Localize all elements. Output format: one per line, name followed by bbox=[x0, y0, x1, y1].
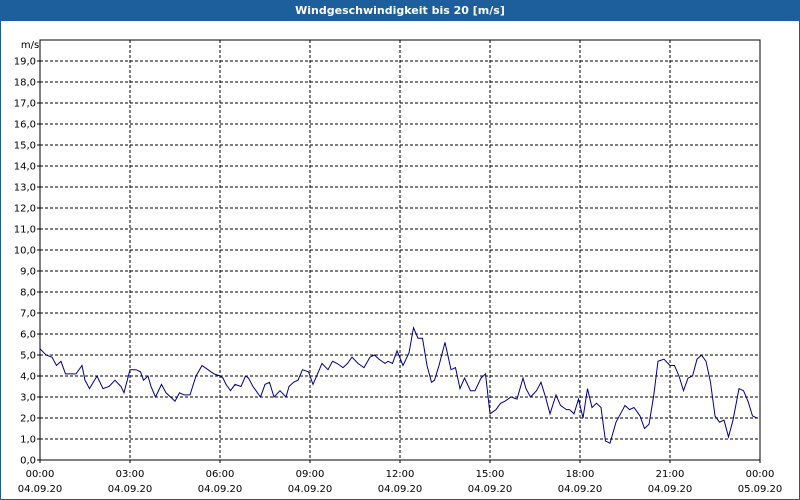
x-tick-time-label: 00:00 bbox=[26, 469, 55, 480]
wind-speed-line bbox=[39, 325, 758, 444]
y-tick-label: 2,0 bbox=[20, 414, 36, 425]
x-tick-date-label: 04.09.20 bbox=[378, 484, 423, 495]
y-tick-label: 9,0 bbox=[20, 267, 36, 278]
y-axis-label: m/s bbox=[21, 40, 39, 51]
x-tick-date-label: 04.09.20 bbox=[648, 484, 693, 495]
y-tick-label: 3,0 bbox=[20, 393, 36, 404]
x-tick-date-label: 04.09.20 bbox=[468, 484, 513, 495]
x-tick-date-label: 04.09.20 bbox=[288, 484, 333, 495]
y-axis-ticks: 0,0 1,0 2,0 3,0 4,0 5,0 6,0 7,0 8,0 9,0 10,0 11,0 12… bbox=[14, 57, 40, 467]
y-tick-label: 8,0 bbox=[20, 288, 36, 299]
x-tick-date-label: 04.09.20 bbox=[198, 484, 243, 495]
x-tick-time-label: 03:00 bbox=[116, 469, 145, 480]
y-tick-label: 1,0 bbox=[20, 435, 36, 446]
y-tick-label: 16,0 bbox=[14, 120, 36, 131]
x-tick-time-label: 18:00 bbox=[566, 469, 595, 480]
y-tick-label: 10,0 bbox=[14, 246, 36, 257]
y-tick-label: 7,0 bbox=[20, 309, 36, 320]
x-axis-ticks: 00:00 04.09.20 03:00 04.09.20 06:00 04.09.20 0… bbox=[18, 460, 783, 495]
y-tick-label: 17,0 bbox=[14, 99, 36, 110]
y-tick-label: 6,0 bbox=[20, 330, 36, 341]
y-tick-label: 15,0 bbox=[14, 141, 36, 152]
y-tick-label: 14,0 bbox=[14, 162, 36, 173]
y-tick-label: 12,0 bbox=[14, 204, 36, 215]
y-tick-label: 4,0 bbox=[20, 372, 36, 383]
x-tick-time-label: 06:00 bbox=[206, 469, 235, 480]
x-tick-time-label: 00:00 bbox=[746, 469, 775, 480]
x-tick-date-label: 04.09.20 bbox=[558, 484, 603, 495]
y-tick-label: 5,0 bbox=[20, 351, 36, 362]
wind-speed-chart: m/s 0,0 1,0 2,0 3,0 4,0 5,0 6,0 7,0 8,0 9,0 10,0 11… bbox=[14, 39, 783, 495]
y-tick-label: 0,0 bbox=[20, 456, 36, 467]
x-tick-date-label: 05.09.20 bbox=[738, 484, 783, 495]
x-tick-time-label: 21:00 bbox=[656, 469, 685, 480]
x-tick-time-label: 15:00 bbox=[476, 469, 505, 480]
y-tick-label: 11,0 bbox=[14, 225, 36, 236]
y-tick-label: 18,0 bbox=[14, 78, 36, 89]
x-tick-time-label: 12:00 bbox=[386, 469, 415, 480]
y-tick-label: 13,0 bbox=[14, 183, 36, 194]
x-tick-date-label: 04.09.20 bbox=[18, 484, 63, 495]
grid-lines bbox=[40, 40, 760, 460]
x-tick-date-label: 04.09.20 bbox=[108, 484, 153, 495]
x-tick-time-label: 09:00 bbox=[296, 469, 325, 480]
y-tick-label: 19,0 bbox=[14, 57, 36, 68]
